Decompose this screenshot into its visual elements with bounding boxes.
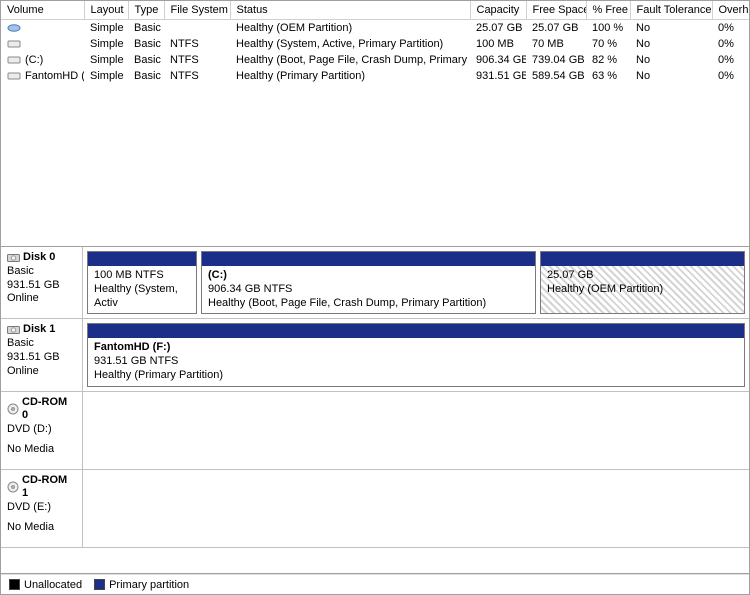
disk-title: Disk 0 [23,251,55,265]
legend-primary: Primary partition [94,579,189,591]
disk-row-disk0: Disk 0 Basic 931.51 GB Online 100 MB NTF… [1,247,749,319]
partition-oem[interactable]: 25.07 GB Healthy (OEM Partition) [540,251,745,314]
partition-size: 25.07 GB [547,269,738,283]
disk-type: Basic [7,265,76,279]
disk-size: 931.51 GB [7,279,76,293]
col-pctfree[interactable]: % Free [586,1,630,20]
cell-ft: No [630,20,712,37]
partition-stripe-primary [541,252,744,266]
disk-sub: DVD (D:) [7,423,76,437]
col-status[interactable]: Status [230,1,470,20]
disk-row-disk1: Disk 1 Basic 931.51 GB Online FantomHD (… [1,319,749,391]
drive-icon [7,55,21,65]
partition-size: 931.51 GB NTFS [94,355,738,369]
disk-type: Basic [7,337,76,351]
disk-title: CD-ROM 0 [22,396,76,424]
col-layout[interactable]: Layout [84,1,128,20]
cell-fs [164,20,230,37]
empty-bay [87,396,745,465]
col-capacity[interactable]: Capacity [470,1,526,20]
partition-size: 906.34 GB NTFS [208,283,529,297]
cell-oh: 0% [712,20,749,37]
cell-status: Healthy (OEM Partition) [230,20,470,37]
partition-title: FantomHD (F:) [94,341,738,355]
disk-info[interactable]: CD-ROM 0 DVD (D:) No Media [1,392,83,469]
partition[interactable]: 100 MB NTFS Healthy (System, Activ [87,251,197,314]
col-volume[interactable]: Volume [1,1,84,20]
disk-title: CD-ROM 1 [22,474,76,502]
partition-status: Healthy (System, Activ [94,283,190,311]
disk-state: Online [7,365,76,379]
partition-size: 100 MB NTFS [94,269,190,283]
disk-info[interactable]: Disk 0 Basic 931.51 GB Online [1,247,83,318]
legend-bar: Unallocated Primary partition [1,574,749,594]
volume-row[interactable]: Simple Basic NTFS Healthy (System, Activ… [1,36,749,52]
partition[interactable]: (C:) 906.34 GB NTFS Healthy (Boot, Page … [201,251,536,314]
cell-layout: Simple [84,20,128,37]
cell-cap: 25.07 GB [470,20,526,37]
empty-bay [87,474,745,543]
disk-management-window: Volume Layout Type File System Status Ca… [0,0,750,595]
optical-disc-icon [7,403,19,415]
legend-swatch-primary [94,579,105,590]
legend-unallocated: Unallocated [9,579,82,591]
partition-title: (C:) [208,269,529,283]
disk-sub: DVD (E:) [7,501,76,515]
volume-name: (C:) [25,54,43,66]
cell-pct: 100 % [586,20,630,37]
partition-status: Healthy (OEM Partition) [547,283,738,297]
disk-state: Online [7,292,76,306]
volume-row[interactable]: FantomHD (F:) Simple Basic NTFS Healthy … [1,68,749,84]
partition-stripe-primary [88,252,196,266]
partition-status: Healthy (Primary Partition) [94,369,738,383]
disk-info[interactable]: CD-ROM 1 DVD (E:) No Media [1,470,83,547]
volume-row[interactable]: (C:) Simple Basic NTFS Healthy (Boot, Pa… [1,52,749,68]
cell-type: Basic [128,20,164,37]
partition-status: Healthy (Boot, Page File, Crash Dump, Pr… [208,297,529,311]
col-freespace[interactable]: Free Space [526,1,586,20]
disk-size: 931.51 GB [7,351,76,365]
disk-title: Disk 1 [23,323,55,337]
disk-state: No Media [7,521,76,535]
col-filesystem[interactable]: File System [164,1,230,20]
disk-graphic-pane[interactable]: Disk 0 Basic 931.51 GB Online 100 MB NTF… [1,247,749,574]
cell-free: 25.07 GB [526,20,586,37]
volume-row[interactable]: Simple Basic Healthy (OEM Partition) 25.… [1,20,749,37]
drive-icon [7,23,21,33]
volume-list-header-row: Volume Layout Type File System Status Ca… [1,1,749,20]
hard-disk-icon [7,253,20,263]
disk-state: No Media [7,443,76,457]
partition[interactable]: FantomHD (F:) 931.51 GB NTFS Healthy (Pr… [87,323,745,386]
partition-stripe-primary [202,252,535,266]
volume-list-pane[interactable]: Volume Layout Type File System Status Ca… [1,1,749,247]
partition-stripe-primary [88,324,744,338]
legend-swatch-unallocated [9,579,20,590]
col-overhead[interactable]: Overhead [712,1,749,20]
disk-info[interactable]: Disk 1 Basic 931.51 GB Online [1,319,83,390]
drive-icon [7,71,21,81]
hard-disk-icon [7,325,20,335]
col-faulttol[interactable]: Fault Tolerance [630,1,712,20]
drive-icon [7,39,21,49]
col-type[interactable]: Type [128,1,164,20]
optical-disc-icon [7,481,19,493]
disk-row-cdrom0: CD-ROM 0 DVD (D:) No Media [1,392,749,470]
disk-row-cdrom1: CD-ROM 1 DVD (E:) No Media [1,470,749,548]
volume-name: FantomHD (F:) [25,70,84,82]
